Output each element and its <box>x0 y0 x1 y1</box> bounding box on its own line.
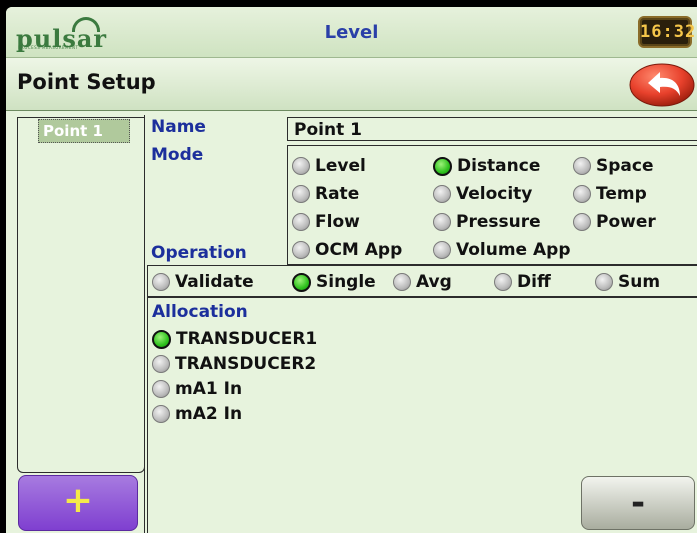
back-arrow-icon <box>629 63 695 107</box>
mode-level-radio[interactable]: Level <box>292 156 366 176</box>
radio-off-icon <box>152 355 170 373</box>
radio-off-icon <box>292 185 310 203</box>
operation-label: Operation <box>151 243 247 263</box>
app-window: pulsar PROCESS MEASUREMENT Level 16:32 P… <box>6 7 697 533</box>
mode-ocm-app-radio[interactable]: OCM App <box>292 240 402 260</box>
allocation-ma1-in-radio[interactable]: mA1 In <box>152 379 242 399</box>
radio-off-icon <box>573 185 591 203</box>
radio-off-icon <box>433 213 451 231</box>
name-field[interactable]: Point 1 <box>287 117 697 141</box>
point-settings: Name Point 1 Mode Level Distance Space R… <box>144 115 697 533</box>
operation-sum-radio[interactable]: Sum <box>595 272 660 292</box>
remove-button-label: - <box>630 483 646 523</box>
point-list: Point 1 <box>17 117 145 473</box>
radio-off-icon <box>152 405 170 423</box>
clock-display: 16:32 <box>638 16 695 48</box>
name-label: Name <box>151 117 206 137</box>
radio-on-icon <box>152 329 171 349</box>
page-header: Point Setup <box>6 58 697 111</box>
add-point-button[interactable]: + <box>18 475 138 531</box>
radio-off-icon <box>433 185 451 203</box>
radio-off-icon <box>393 273 411 291</box>
mode-distance-radio[interactable]: Distance <box>433 156 540 176</box>
status-bar: pulsar PROCESS MEASUREMENT Level 16:32 <box>6 7 697 58</box>
mode-space-radio[interactable]: Space <box>573 156 654 176</box>
mode-temp-radio[interactable]: Temp <box>573 184 647 204</box>
radio-off-icon <box>152 380 170 398</box>
radio-off-icon <box>433 241 451 259</box>
allocation-transducer2-radio[interactable]: TRANSDUCER2 <box>152 354 316 374</box>
radio-off-icon <box>292 241 310 259</box>
operation-single-radio[interactable]: Single <box>292 272 376 292</box>
radio-off-icon <box>494 273 512 291</box>
mode-flow-radio[interactable]: Flow <box>292 212 360 232</box>
operation-avg-radio[interactable]: Avg <box>393 272 452 292</box>
mode-pressure-radio[interactable]: Pressure <box>433 212 541 232</box>
mode-rate-radio[interactable]: Rate <box>292 184 359 204</box>
radio-off-icon <box>595 273 613 291</box>
allocation-ma2-in-radio[interactable]: mA2 In <box>152 404 242 424</box>
mode-velocity-radio[interactable]: Velocity <box>433 184 532 204</box>
mode-radio-group: Level Distance Space Rate Velocity Temp … <box>287 145 697 265</box>
mode-volume-app-radio[interactable]: Volume App <box>433 240 571 260</box>
radio-off-icon <box>573 157 591 175</box>
operation-validate-radio[interactable]: Validate <box>152 272 254 292</box>
radio-on-icon <box>292 272 311 292</box>
operation-diff-radio[interactable]: Diff <box>494 272 551 292</box>
operation-radio-group: Validate Single Avg Diff Sum <box>147 265 697 297</box>
radio-off-icon <box>152 273 170 291</box>
mode-power-radio[interactable]: Power <box>573 212 656 232</box>
radio-on-icon <box>433 156 452 176</box>
page-title: Point Setup <box>17 70 156 94</box>
allocation-transducer1-radio[interactable]: TRANSDUCER1 <box>152 329 317 349</box>
mode-label: Mode <box>151 145 204 165</box>
remove-point-button[interactable]: - <box>581 476 695 530</box>
back-button[interactable] <box>628 63 696 107</box>
window-title: Level <box>324 22 379 43</box>
radio-off-icon <box>292 157 310 175</box>
add-button-label: + <box>62 480 94 521</box>
logo-tagline: PROCESS MEASUREMENT <box>18 45 79 50</box>
radio-off-icon <box>573 213 591 231</box>
allocation-label: Allocation <box>152 302 248 322</box>
point-list-item[interactable]: Point 1 <box>38 119 130 143</box>
radio-off-icon <box>292 213 310 231</box>
